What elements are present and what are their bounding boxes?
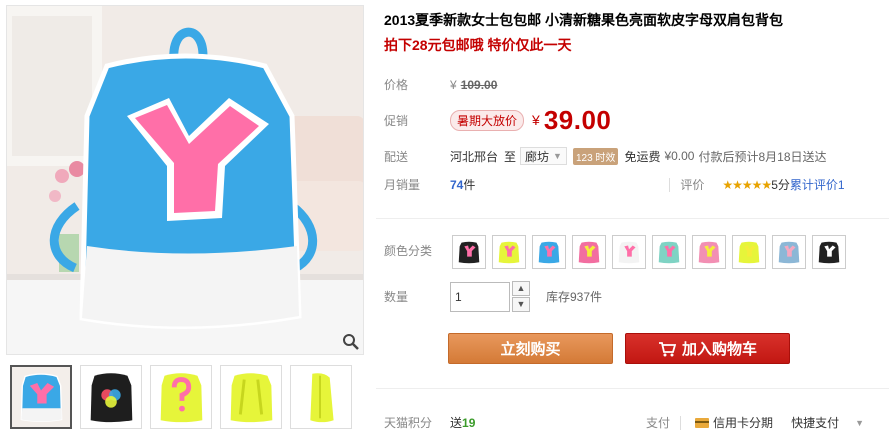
increase-button[interactable]: ▲ — [512, 281, 530, 296]
decrease-button[interactable]: ▼ — [512, 297, 530, 312]
promo-currency: ¥ — [532, 112, 540, 128]
thumbnail-5[interactable] — [290, 365, 352, 429]
cart-icon — [658, 341, 676, 357]
color-swatch-pink-question[interactable] — [692, 235, 726, 269]
main-product-image[interactable] — [6, 5, 364, 355]
delivery-time-badge: 123 时效 — [572, 147, 619, 165]
color-swatch-pink-yellow[interactable] — [572, 235, 606, 269]
credit-card-icon — [695, 417, 710, 428]
buy-now-button[interactable]: 立刻购买 — [448, 333, 613, 364]
divider — [376, 218, 889, 219]
divider — [376, 388, 889, 389]
thumbnail-strip — [10, 365, 360, 431]
thumbnail-1[interactable] — [10, 365, 72, 429]
buy-now-label: 立刻购买 — [500, 341, 561, 358]
shipping-row: 配送 河北邢台 至 廊坊 ▼ 123 时效 免运费 ¥0.00 付款后预计8月1… — [384, 147, 827, 165]
quantity-label: 数量 — [384, 290, 409, 304]
points-prefix: 送 — [450, 416, 463, 430]
promo-price: 39.00 — [543, 104, 612, 135]
rating-score: 5分 — [771, 178, 790, 192]
points-value: 19 — [462, 415, 476, 430]
shipping-origin: 河北邢台 — [450, 149, 499, 164]
product-subtitle: 拍下28元包邮哦 特价仅此一天 — [384, 37, 572, 53]
original-price-value: 109.00 — [460, 77, 498, 92]
delivery-eta: 付款后预计8月18日送达 — [698, 149, 827, 164]
credit-installment[interactable]: 信用卡分期 — [713, 414, 773, 431]
add-to-cart-label: 加入购物车 — [681, 341, 757, 358]
shipping-to: 至 — [504, 149, 517, 164]
price-row: 价格 ¥109.00 — [384, 76, 497, 93]
color-swatch-black-pink[interactable] — [452, 235, 486, 269]
chevron-down-icon: ▼ — [553, 151, 562, 161]
footer-row: 天猫积分 送 19 支付 信用卡分期 快捷支付 ▼ — [384, 414, 864, 431]
quick-pay[interactable]: 快捷支付 — [791, 414, 839, 431]
thumbnail-2[interactable] — [80, 365, 142, 429]
color-swatch-blue-pink[interactable] — [532, 235, 566, 269]
color-swatch-white-pink[interactable] — [612, 235, 646, 269]
color-swatch-yellow-pink[interactable] — [492, 235, 526, 269]
monthly-sales-label: 月销量 — [384, 178, 421, 192]
zoom-icon[interactable] — [342, 333, 360, 351]
color-label: 颜色分类 — [384, 244, 433, 258]
monthly-sales-count: 74 — [450, 177, 464, 192]
color-swatch-black-question[interactable] — [812, 235, 846, 269]
price-label: 价格 — [384, 78, 409, 92]
product-title: 2013夏季新款女士包包邮 小清新糖果色亮面软皮字母双肩包背包 — [384, 12, 784, 28]
thumbnail-4[interactable] — [220, 365, 282, 429]
color-swatch-blue-grey[interactable] — [772, 235, 806, 269]
original-price-currency: ¥ — [450, 77, 457, 92]
quantity-input[interactable] — [450, 281, 510, 312]
promo-label: 促销 — [384, 113, 409, 128]
payment-label: 支付 — [646, 416, 671, 430]
shipping-fee-value: ¥0.00 — [664, 149, 695, 163]
color-label-row: 颜色分类 — [384, 242, 450, 259]
chevron-down-icon[interactable]: ▼ — [855, 418, 864, 428]
destination-select[interactable]: 廊坊 ▼ — [520, 147, 567, 165]
promo-tag: 暑期大放价 — [450, 109, 525, 131]
thumbnail-3[interactable] — [150, 365, 212, 429]
promo-row: 促销 暑期大放价 ¥ 39.00 — [384, 103, 611, 137]
quantity-stepper: ▲ ▼ — [512, 281, 530, 312]
points-label: 天猫积分 — [384, 416, 433, 430]
color-swatches — [452, 235, 852, 269]
destination-value: 廊坊 — [525, 149, 550, 164]
shipping-label: 配送 — [384, 149, 409, 164]
rating-stars: ★★★★★ — [722, 177, 772, 192]
original-price: ¥109.00 — [450, 78, 497, 92]
rating-label: 评价 — [680, 178, 705, 192]
shipping-fee-label: 免运费 — [624, 149, 661, 164]
monthly-sales-unit: 件 — [463, 178, 476, 192]
add-to-cart-button[interactable]: 加入购物车 — [625, 333, 790, 364]
color-swatch-yellow-question[interactable] — [732, 235, 766, 269]
divider — [680, 415, 682, 430]
sales-row: 月销量 74 件 评价 ★★★★★ 5分 累计评价1 — [384, 176, 845, 193]
stock-text: 库存937件 — [546, 290, 603, 304]
quantity-row: 数量 ▲ ▼ 库存937件 — [384, 281, 602, 312]
total-reviews-link[interactable]: 累计评价1 — [790, 176, 845, 193]
color-swatch-mint-pink[interactable] — [652, 235, 686, 269]
divider — [669, 177, 671, 192]
